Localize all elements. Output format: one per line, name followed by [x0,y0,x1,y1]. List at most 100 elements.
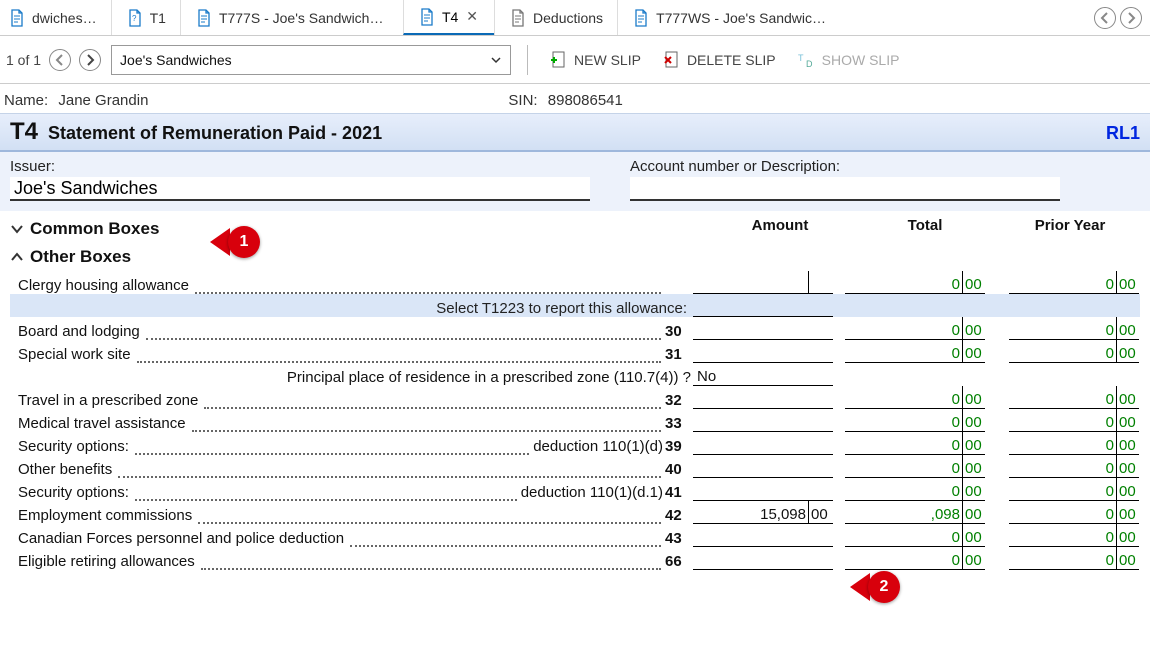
form-row: Eligible retiring allowances66000000 [10,547,1140,570]
row-label: Security options:deduction 110(1)(d.1) [10,478,665,501]
tab-label: T777S - Joe's Sandwiche… [219,10,389,26]
form-row: Board and lodging30000000 [10,317,1140,340]
doc-icon [632,9,650,27]
amount-cell[interactable] [693,409,833,432]
yesno-cell[interactable]: No [693,363,833,386]
prior-cell: 000 [1009,432,1139,455]
tab[interactable]: T777S - Joe's Sandwiche… [180,0,403,35]
tab[interactable]: T4✕ [403,0,494,35]
form-row: Security options:deduction 110(1)(d)39 00… [10,432,1140,455]
total-cell: 000 [845,524,985,547]
issuer-input[interactable] [10,177,590,201]
pager: 1 of 1 [6,49,101,71]
total-cell: 000 [845,478,985,501]
amount-cell[interactable] [693,294,833,317]
pager-text: 1 of 1 [6,52,41,68]
tab-nav [1086,0,1150,35]
client-header: Name: Jane Grandin SIN: 898086541 [0,84,1150,113]
form-row: Travel in a prescribed zone32000000 [10,386,1140,409]
doc-icon [8,9,26,27]
box-number: 33 [665,409,693,432]
amount-cell[interactable] [693,478,833,501]
row-label: Security options:deduction 110(1)(d) [10,432,665,455]
total-cell: 000 [845,317,985,340]
svg-text:T: T [798,53,804,63]
tab-label: Deductions [533,10,603,26]
svg-text:D: D [806,59,813,69]
box-number: 42 [665,501,693,524]
show-slip-icon: T D [798,51,816,69]
form-row: Special work site31 000 000 [10,340,1140,363]
prior-cell: 000 [1009,409,1139,432]
chevron-down-icon [10,222,24,236]
tab-next-button[interactable] [1120,7,1142,29]
tab-prev-button[interactable] [1094,7,1116,29]
sin-label: SIN: [508,92,537,109]
doc-icon [509,9,527,27]
box-number: 39 [665,432,693,455]
row-label: Board and lodging [10,317,665,340]
next-button[interactable] [79,49,101,71]
form-row: Canadian Forces personnel and police ded… [10,524,1140,547]
box-number: 40 [665,455,693,478]
new-slip-button[interactable]: NEW SLIP [544,47,647,73]
form-code: T4 [10,118,38,146]
show-slip-label: SHOW SLIP [822,52,900,68]
form-row: Security options:deduction 110(1)(d.1)41… [10,478,1140,501]
total-cell: 000 [845,386,985,409]
tab[interactable]: Deductions [494,0,617,35]
form-area: Issuer: Account number or Description: [0,152,1150,211]
prior-cell: 000 [1009,524,1139,547]
rl1-link[interactable]: RL1 [1106,123,1140,144]
amount-cell[interactable] [693,432,833,455]
prev-button[interactable] [49,49,71,71]
form-row: Clergy housing allowance000000 [10,271,1140,294]
name-value: Jane Grandin [58,92,148,109]
close-icon[interactable]: ✕ [464,8,480,25]
row-label: Special work site [10,340,665,363]
box-number: 31 [665,340,693,363]
amount-cell[interactable]: 15,09800 [693,501,833,524]
tab-label: T1 [150,10,166,26]
total-col-header: Total [850,217,1000,243]
tab[interactable]: T777WS - Joe's Sandwic… [617,0,840,35]
issuer-dropdown[interactable]: Joe's Sandwiches [111,45,511,75]
prior-cell: 000 [1009,340,1139,363]
amount-cell[interactable] [693,317,833,340]
box-number [665,271,693,294]
form-row: Select T1223 to report this allowance: [10,294,1140,317]
tab-label: T777WS - Joe's Sandwic… [656,10,826,26]
doc-icon [418,8,436,26]
note-text: Select T1223 to report this allowance: [10,294,693,317]
amount-cell[interactable] [693,524,833,547]
prior-cell: 000 [1009,547,1139,570]
prior-cell: 000 [1009,455,1139,478]
row-label: Other benefits [10,455,665,478]
total-cell: 000 [845,340,985,363]
other-boxes-label: Other Boxes [30,247,131,267]
prior-cell: 000 [1009,501,1139,524]
other-boxes-section[interactable]: Other Boxes [10,243,1140,271]
tab[interactable]: ?T1 [111,0,180,35]
box-number: 32 [665,386,693,409]
dropdown-value: Joe's Sandwiches [120,52,232,68]
form-row: Employment commissions4215,09800,0980000… [10,501,1140,524]
row-label: Principal place of residence in a prescr… [10,363,693,386]
common-boxes-section[interactable]: Common Boxes [10,215,710,243]
tab[interactable]: dwiches… [0,0,111,35]
amount-cell[interactable] [693,547,833,570]
total-cell: 000 [845,409,985,432]
row-label: Medical travel assistance [10,409,665,432]
amount-cell[interactable] [693,340,833,363]
form-title-bar: T4 Statement of Remuneration Paid - 2021… [0,113,1150,152]
amount-cell[interactable] [693,386,833,409]
amount-cell[interactable] [693,271,833,294]
total-cell: 000 [845,455,985,478]
prior-cell: 000 [1009,478,1139,501]
form-row: Other benefits40 000 000 [10,455,1140,478]
account-input[interactable] [630,177,1060,201]
amount-cell[interactable] [693,455,833,478]
delete-slip-button[interactable]: DELETE SLIP [657,47,782,73]
tab-bar: dwiches…?T1 T777S - Joe's Sandwiche… T4✕ De… [0,0,1150,36]
row-label: Employment commissions [10,501,665,524]
